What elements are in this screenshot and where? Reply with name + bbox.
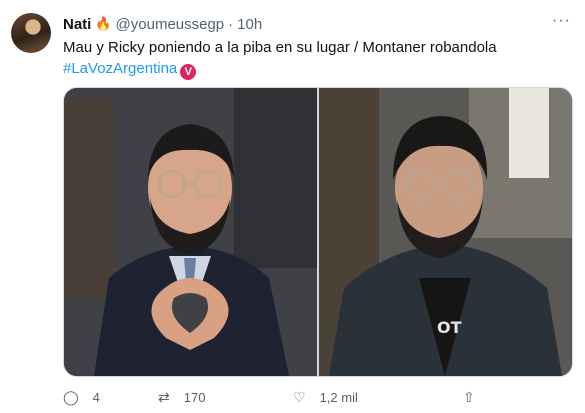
more-options-icon[interactable]: ··· <box>552 12 571 30</box>
tweet-actions: ◯ 4 ⇄ 170 ♡ 1,2 mil ⇧ <box>63 388 533 406</box>
person-eye-roll-illustration: OT <box>319 88 572 376</box>
heart-icon: ♡ <box>293 388 306 405</box>
separator: · <box>228 15 234 33</box>
fire-icon: 🔥 <box>95 16 112 31</box>
photo-left[interactable]: entina <box>64 88 317 376</box>
tweet-body: Mau y Ricky poniendo a la piba en su lug… <box>63 39 497 56</box>
hashtag-emoji-icon: V <box>180 64 197 80</box>
person-heart-hands-illustration <box>64 88 317 376</box>
tweet-text: Mau y Ricky poniendo a la piba en su lug… <box>63 37 571 80</box>
tweet-header: Nati 🔥 @youmeussegp · 10h ··· <box>63 12 571 34</box>
share-icon: ⇧ <box>463 388 475 405</box>
share-button[interactable]: ⇧ <box>463 389 489 406</box>
reply-button[interactable]: ◯ 4 <box>63 389 158 406</box>
handle[interactable]: @youmeussegp <box>116 16 225 33</box>
photo-right[interactable]: ntina OT <box>319 88 572 376</box>
like-count: 1,2 mil <box>319 389 358 405</box>
avatar[interactable] <box>11 13 51 53</box>
retweet-button[interactable]: ⇄ 170 <box>158 389 293 406</box>
retweet-count: 170 <box>183 389 206 405</box>
retweet-icon: ⇄ <box>158 388 170 405</box>
reply-count: 4 <box>92 389 100 405</box>
hashtag-link[interactable]: #LaVozArgentina <box>63 60 177 77</box>
display-name[interactable]: Nati <box>63 16 91 33</box>
timestamp[interactable]: 10h <box>237 16 262 33</box>
svg-text:OT: OT <box>437 318 462 337</box>
reply-icon: ◯ <box>63 388 79 405</box>
media-grid: entina ntina OT <box>63 87 573 377</box>
like-button[interactable]: ♡ 1,2 mil <box>293 389 463 406</box>
